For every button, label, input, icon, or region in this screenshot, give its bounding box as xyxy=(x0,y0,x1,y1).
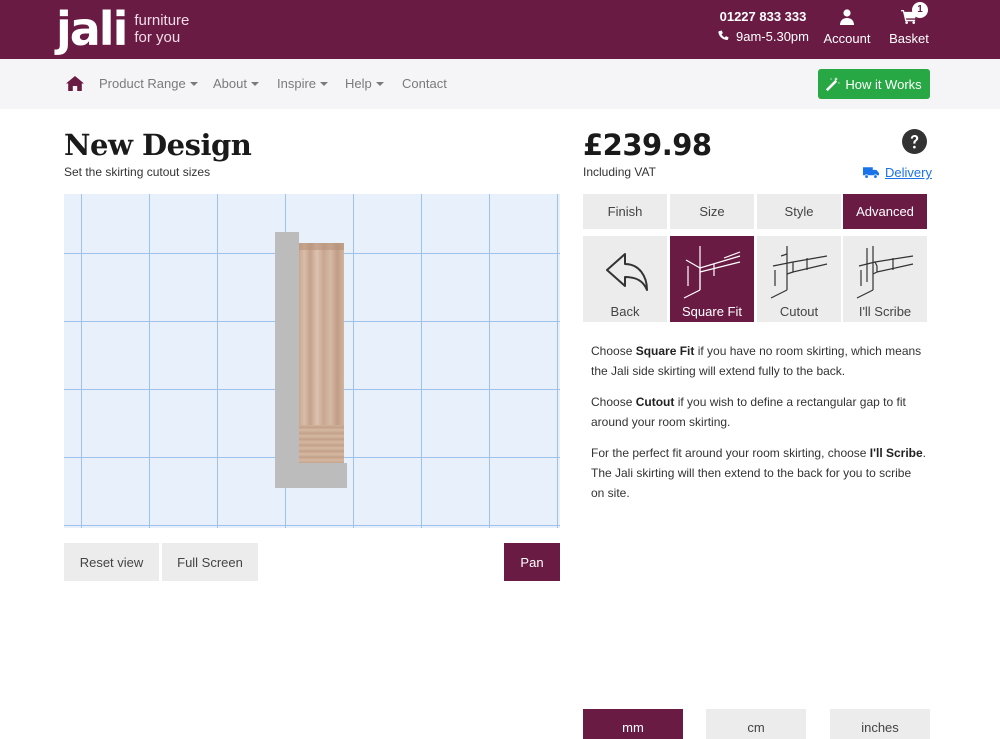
unit-cm-button[interactable]: cm xyxy=(706,709,806,739)
design-canvas[interactable] xyxy=(64,194,560,528)
side-skirting-panel[interactable] xyxy=(275,232,299,488)
wood-panel-top-edge xyxy=(299,243,344,250)
grid-line xyxy=(557,194,558,528)
cutout-icon xyxy=(770,246,828,299)
wood-panel-plinth xyxy=(299,425,344,463)
grid-line xyxy=(64,525,560,526)
unit-mm-button[interactable]: mm xyxy=(583,709,683,739)
phone-number: 01227 833 333 xyxy=(719,9,807,24)
back-arrow-icon xyxy=(606,253,648,291)
help-text-cutout: Choose Cutout if you wish to define a re… xyxy=(591,395,906,429)
full-screen-button[interactable]: Full Screen xyxy=(162,543,258,581)
opening-hours: 9am-5.30pm xyxy=(708,29,818,44)
basket-link[interactable]: 1 Basket xyxy=(884,2,934,46)
nav-about[interactable]: About xyxy=(213,76,259,91)
option-ill-scribe[interactable]: I'll Scribe xyxy=(843,236,927,322)
help-button[interactable] xyxy=(902,129,927,159)
nav-inspire[interactable]: Inspire xyxy=(277,76,329,91)
reset-view-button[interactable]: Reset view xyxy=(64,543,159,581)
how-it-works-button[interactable]: How it Works xyxy=(818,69,930,99)
phone-icon xyxy=(718,30,729,41)
scribe-icon xyxy=(856,246,914,299)
top-bar: jali furniture for you 01227 833 333 9am… xyxy=(0,0,1000,59)
pan-button[interactable]: Pan xyxy=(504,543,560,581)
help-text-square-fit: Choose Square Fit if you have no room sk… xyxy=(591,344,922,378)
chevron-down-icon xyxy=(250,81,259,86)
vat-note: Including VAT xyxy=(583,165,656,179)
page-title: New Design xyxy=(64,128,252,162)
phone-contact[interactable]: 01227 833 333 9am-5.30pm xyxy=(708,9,818,44)
square-fit-icon xyxy=(683,246,741,299)
delivery-link[interactable]: Delivery xyxy=(863,165,932,180)
logo-mark: jali xyxy=(56,2,128,56)
grid-line xyxy=(353,194,354,528)
account-link[interactable]: Account xyxy=(820,9,874,46)
tab-advanced[interactable]: Advanced xyxy=(843,194,927,229)
user-icon xyxy=(840,9,854,25)
main-navbar: Product Range About Inspire Help Contact… xyxy=(0,59,1000,109)
nav-home[interactable] xyxy=(66,76,84,96)
help-text-scribe: For the perfect fit around your room ski… xyxy=(591,446,927,500)
option-back[interactable]: Back xyxy=(583,236,667,322)
page-subtitle: Set the skirting cutout sizes xyxy=(64,165,211,179)
logo-tagline: furniture for you xyxy=(134,12,190,46)
grid-line xyxy=(81,194,82,528)
grid-line xyxy=(149,194,150,528)
tab-finish[interactable]: Finish xyxy=(583,194,667,229)
nav-product-range[interactable]: Product Range xyxy=(99,76,198,91)
basket-count-badge: 1 xyxy=(912,2,928,18)
option-cutout[interactable]: Cutout xyxy=(757,236,841,322)
jali-logo[interactable]: jali furniture for you xyxy=(56,6,189,52)
unit-inches-button[interactable]: inches xyxy=(830,709,930,739)
question-circle-icon xyxy=(902,129,927,154)
chevron-down-icon xyxy=(320,81,329,86)
option-square-fit[interactable]: Square Fit xyxy=(670,236,754,322)
magic-wand-icon xyxy=(826,77,841,91)
home-icon xyxy=(66,76,84,91)
truck-icon xyxy=(863,166,879,179)
chevron-down-icon xyxy=(189,81,198,86)
price: £239.98 xyxy=(583,128,712,162)
tab-size[interactable]: Size xyxy=(670,194,754,229)
nav-help[interactable]: Help xyxy=(345,76,384,91)
base-skirting-panel[interactable] xyxy=(275,463,347,488)
nav-contact[interactable]: Contact xyxy=(402,76,447,91)
grid-line xyxy=(421,194,422,528)
chevron-down-icon xyxy=(375,81,384,86)
tab-style[interactable]: Style xyxy=(757,194,841,229)
grid-line xyxy=(489,194,490,528)
grid-line xyxy=(217,194,218,528)
